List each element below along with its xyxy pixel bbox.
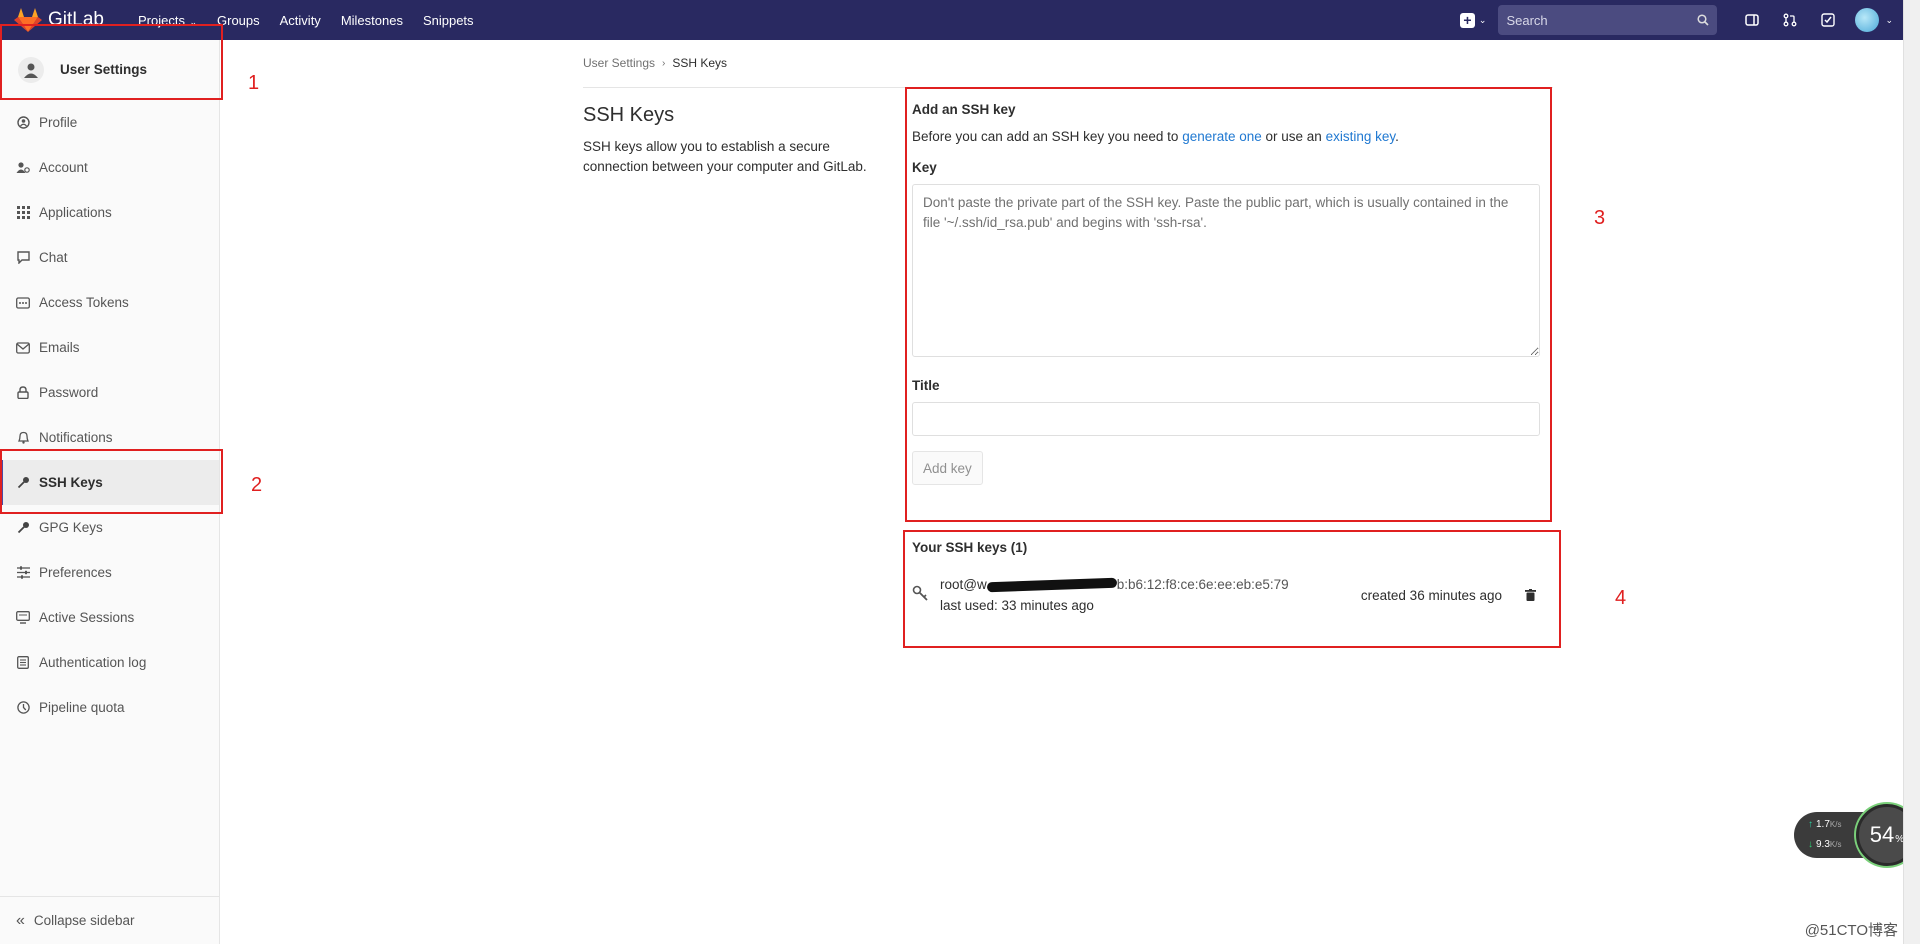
sidebar-item-label: Active Sessions [39, 610, 135, 625]
sidebar-item-password[interactable]: Password [0, 370, 219, 415]
annotation-box-2 [0, 449, 223, 514]
sidebar-item-access-tokens[interactable]: Access Tokens [0, 280, 219, 325]
top-navbar: GitLab Projects ⌄ Groups Activity Milest… [0, 0, 1903, 40]
chevron-down-icon: ⌄ [1478, 14, 1487, 25]
nav-snippets[interactable]: Snippets [423, 13, 474, 28]
key-icon [16, 521, 30, 535]
user-menu[interactable]: ⌄ [1847, 8, 1893, 32]
annotation-label-3: 3 [1594, 207, 1606, 229]
log-icon [16, 656, 30, 670]
preferences-icon [16, 566, 30, 580]
sidebar-item-applications[interactable]: Applications [0, 190, 219, 235]
sidebar-item-label: Applications [39, 205, 112, 220]
new-dropdown-button[interactable]: + ⌄ [1459, 12, 1487, 28]
collapse-sidebar-button[interactable]: « Collapse sidebar [0, 896, 219, 944]
arrow-up-icon: ↑ [1808, 819, 1813, 830]
sidebar-item-authentication-log[interactable]: Authentication log [0, 640, 219, 685]
sidebar-item-chat[interactable]: Chat [0, 235, 219, 280]
quota-icon [16, 701, 30, 715]
sidebar-toggle-icon[interactable] [1739, 7, 1765, 33]
speed-rates: ↑ 1.7K/s ↓ 9.3K/s [1808, 815, 1841, 855]
sidebar-item-profile[interactable]: Profile [0, 100, 219, 145]
nav-activity[interactable]: Activity [280, 13, 321, 28]
sidebar-menu: Profile Account Applications Chat Access Tok… [0, 100, 219, 730]
sidebar-item-pipeline-quota[interactable]: Pipeline quota [0, 685, 219, 730]
sidebar-item-label: Emails [39, 340, 80, 355]
merge-request-icon[interactable] [1777, 7, 1803, 33]
profile-icon [16, 116, 30, 130]
chevron-right-icon: › [662, 57, 666, 69]
sidebar-item-label: Account [39, 160, 88, 175]
sidebar-item-label: GPG Keys [39, 520, 103, 535]
search-input[interactable] [1506, 12, 1698, 28]
sidebar-item-label: Authentication log [39, 655, 147, 670]
account-icon [16, 161, 30, 175]
annotation-box-3 [905, 87, 1552, 522]
page-scrollbar[interactable] [1903, 0, 1920, 944]
sidebar-item-label: Pipeline quota [39, 700, 125, 715]
nav-groups[interactable]: Groups [217, 13, 260, 28]
nav-milestones[interactable]: Milestones [341, 13, 403, 28]
chevron-down-icon: ⌄ [1885, 14, 1893, 25]
plus-icon: + [1459, 12, 1475, 28]
applications-icon [16, 206, 30, 220]
avatar [1855, 8, 1880, 32]
breadcrumb-parent[interactable]: User Settings [583, 56, 655, 70]
monitor-icon [16, 611, 30, 625]
nav-right: + ⌄ ⌄ [1459, 0, 1893, 40]
bell-icon [16, 431, 30, 445]
network-speed-widget[interactable]: ↑ 1.7K/s ↓ 9.3K/s 54% [1794, 804, 1918, 866]
search-box [1498, 5, 1718, 35]
sidebar-item-label: Access Tokens [39, 295, 129, 310]
annotation-box-1 [0, 24, 223, 100]
page-description: SSH keys allow you to establish a secure… [583, 139, 867, 174]
sidebar-item-label: Password [39, 385, 99, 400]
double-chevron-left-icon: « [16, 911, 25, 929]
annotation-label-1: 1 [248, 72, 260, 94]
sidebar-item-label: Notifications [39, 430, 113, 445]
upload-rate: ↑ 1.7K/s [1808, 819, 1842, 830]
breadcrumb-current[interactable]: SSH Keys [672, 56, 727, 70]
breadcrumb: User Settings › SSH Keys [583, 56, 727, 70]
annotation-box-4 [903, 530, 1561, 648]
token-icon [16, 296, 30, 310]
sidebar-item-emails[interactable]: Emails [0, 325, 219, 370]
email-icon [16, 341, 30, 355]
intro-section: SSH Keys SSH keys allow you to establish… [583, 104, 883, 177]
annotation-label-4: 4 [1615, 587, 1627, 609]
watermark: @51CTO博客 [1804, 922, 1898, 939]
sidebar-item-label: Profile [39, 115, 78, 130]
sidebar-item-label: Preferences [39, 565, 112, 580]
search-icon [1697, 14, 1710, 26]
annotation-label-2: 2 [251, 474, 263, 496]
arrow-down-icon: ↓ [1808, 839, 1813, 850]
sidebar-item-label: Chat [39, 250, 68, 265]
todo-icon[interactable] [1815, 7, 1841, 33]
sidebar-item-preferences[interactable]: Preferences [0, 550, 219, 595]
lock-icon [16, 386, 30, 400]
download-rate: ↓ 9.3K/s [1808, 839, 1842, 850]
page-title: SSH Keys [583, 104, 675, 126]
collapse-sidebar-label: Collapse sidebar [33, 913, 135, 928]
sidebar-item-active-sessions[interactable]: Active Sessions [0, 595, 219, 640]
chat-icon [16, 251, 30, 265]
sidebar-item-account[interactable]: Account [0, 145, 219, 190]
